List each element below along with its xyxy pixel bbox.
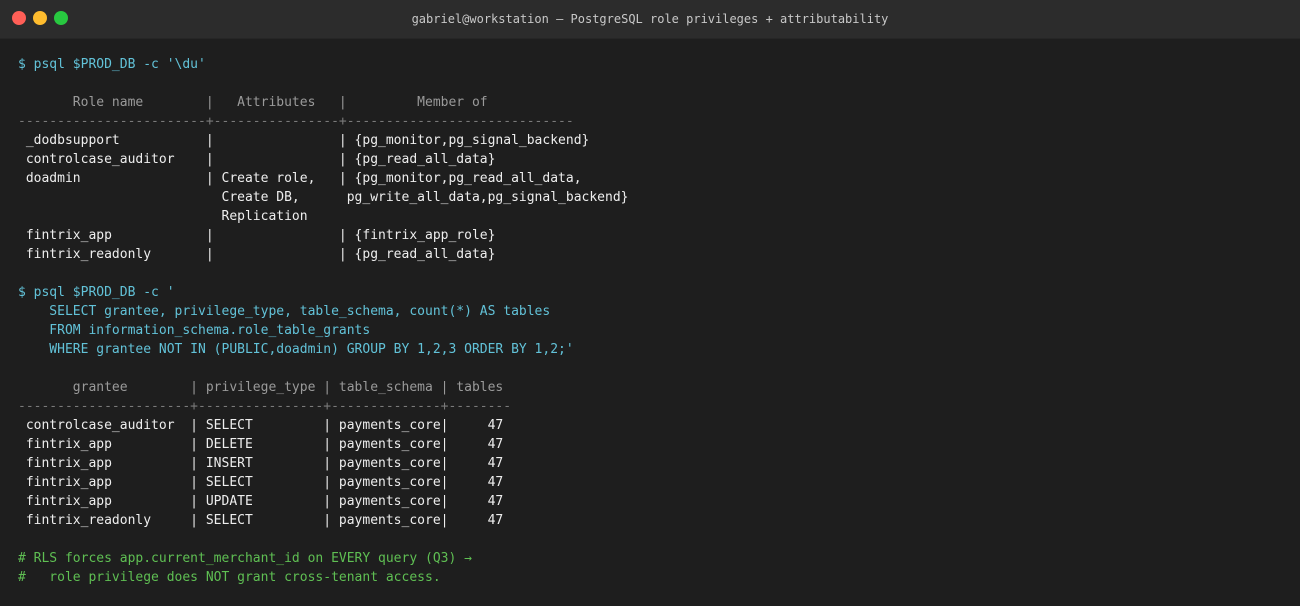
command-line: FROM information_schema.role_table_grant…	[18, 323, 371, 338]
command-line: SELECT grantee, privilege_type, table_sc…	[18, 304, 551, 319]
table-row: fintrix_app | UPDATE | payments_core| 47	[18, 494, 504, 509]
table-row: fintrix_readonly | SELECT | payments_cor…	[18, 513, 504, 528]
table-separator: ----------------------+----------------+…	[18, 399, 512, 414]
command-line: $ psql $PROD_DB -c '\du'	[18, 57, 206, 72]
terminal-window: gabriel@workstation — PostgreSQL role pr…	[0, 0, 1300, 606]
terminal-output[interactable]: $ psql $PROD_DB -c '\du' Role name | Att…	[18, 55, 1300, 587]
table-separator: ------------------------+---------------…	[18, 114, 574, 129]
table-row: Create DB, pg_write_all_data,pg_signal_b…	[18, 190, 629, 205]
table-header: Role name | Attributes | Member of	[18, 95, 488, 110]
command-line: WHERE grantee NOT IN (PUBLIC,doadmin) GR…	[18, 342, 574, 357]
table-row: fintrix_app | | {fintrix_app_role}	[18, 228, 496, 243]
window-title: gabriel@workstation — PostgreSQL role pr…	[411, 12, 889, 26]
table-row: _dodbsupport | | {pg_monitor,pg_signal_b…	[18, 133, 590, 148]
table-row: fintrix_app | SELECT | payments_core| 47	[18, 475, 504, 490]
command-line: $ psql $PROD_DB -c '	[18, 285, 175, 300]
table-row: controlcase_auditor | | {pg_read_all_dat…	[18, 152, 496, 167]
table-row: fintrix_app | DELETE | payments_core| 47	[18, 437, 504, 452]
table-row: Replication	[18, 209, 308, 224]
comment-line: # role privilege does NOT grant cross-te…	[18, 570, 441, 585]
table-row: doadmin | Create role, | {pg_monitor,pg_…	[18, 171, 582, 186]
title-bar: gabriel@workstation — PostgreSQL role pr…	[0, 0, 1300, 39]
table-row: fintrix_app | INSERT | payments_core| 47	[18, 456, 504, 471]
table-row: fintrix_readonly | | {pg_read_all_data}	[18, 247, 496, 262]
comment-line: # RLS forces app.current_merchant_id on …	[18, 551, 472, 566]
table-header: grantee | privilege_type | table_schema …	[18, 380, 504, 395]
table-row: controlcase_auditor | SELECT | payments_…	[18, 418, 504, 433]
